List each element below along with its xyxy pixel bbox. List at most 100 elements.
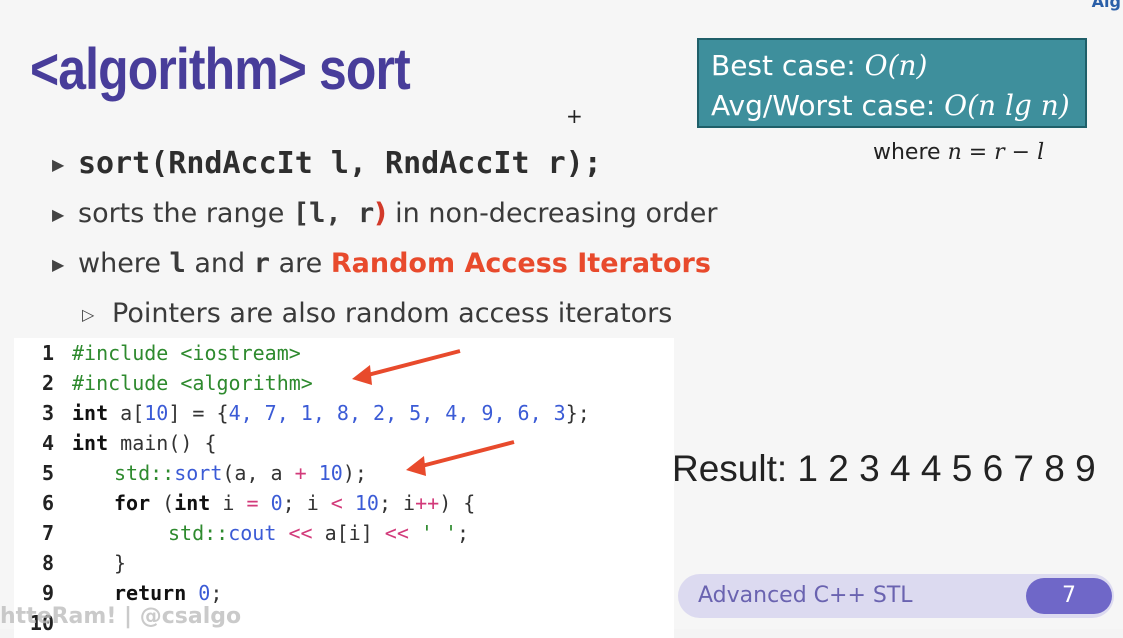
code-line-3: 3 int a[10] = {4, 7, 1, 8, 2, 5, 4, 9, 6,…	[14, 398, 590, 428]
char-literal: ' '	[420, 521, 458, 545]
code-line-7: 7 std::cout << a[i] << ' ';	[14, 518, 469, 548]
code-text: main() {	[108, 431, 217, 455]
operator: =	[246, 491, 259, 515]
sub-bullet-pointers: ▷ Pointers are also random access iterato…	[82, 298, 672, 329]
namespace: std::	[114, 461, 175, 485]
array-values: 4, 7, 1, 8, 2, 5, 4, 9, 6, 3	[228, 401, 566, 425]
number-literal: 10	[354, 491, 379, 515]
keyword: int	[72, 401, 109, 425]
bullet-triangle-icon: ▶	[52, 155, 65, 174]
iter-r: r	[253, 248, 271, 279]
slide-title: <algorithm> sort	[30, 37, 411, 102]
arrow-to-sort-icon	[406, 440, 515, 476]
code-block: 1 #include <iostream> 2 #include <algorith…	[14, 338, 674, 638]
page-number-badge: 7	[1026, 578, 1112, 614]
keyword: int	[174, 491, 211, 515]
code-text: ;	[210, 581, 223, 605]
code-text: (a, a	[222, 461, 295, 485]
random-access-highlight: Random Access Iterators	[330, 248, 711, 279]
code-text: );	[342, 461, 367, 485]
iter-text-pre: where	[78, 248, 170, 279]
where-formula: n = r − l	[947, 140, 1045, 165]
bullet-triangle-icon: ▶	[52, 255, 65, 274]
operator: <	[330, 491, 343, 515]
result-output: Result: 1 2 3 4 4 5 6 7 8 9	[672, 448, 1096, 489]
keyword: return	[114, 581, 187, 605]
avg-case-label: Avg/Worst case:	[711, 89, 945, 122]
sub-bullet-triangle-icon: ▷	[82, 305, 95, 324]
cout-stream: cout	[228, 521, 277, 545]
best-case-line: Best case: O(n)	[711, 46, 1073, 86]
range-text-pre: sorts the range	[78, 198, 293, 229]
range-close-paren: )	[374, 198, 387, 229]
line-number: 4	[41, 431, 54, 455]
line-number: 3	[41, 401, 54, 425]
arrow-to-include-icon	[352, 349, 461, 385]
keyword: for	[114, 491, 151, 515]
signature-code: sort(RndAccIt l, RndAccIt r);	[78, 146, 602, 181]
function-sort: sort	[174, 461, 223, 485]
operator: +	[294, 461, 307, 485]
complexity-box: Best case: O(n) Avg/Worst case: O(n lg n…	[697, 38, 1087, 128]
line-number: 6	[41, 491, 54, 515]
bullet-triangle-icon: ▶	[52, 205, 65, 224]
number-literal: 0	[198, 581, 211, 605]
include-iostream: #include <iostream>	[72, 341, 301, 365]
bullet-signature: ▶ sort(RndAccIt l, RndAccIt r);	[52, 146, 602, 181]
number-literal: 10	[318, 461, 343, 485]
code-text: }	[114, 551, 127, 575]
bullet-iterators: ▶ where l and r are Random Access Iterato…	[52, 248, 711, 279]
crosshair-cursor-icon: +	[566, 104, 583, 128]
where-prefix: where	[873, 140, 948, 165]
where-note: where n = r − l	[873, 140, 1044, 165]
code-line-6: 6 for (int i = 0; i < 10; i++) {	[14, 488, 475, 518]
operator: <<	[288, 521, 313, 545]
iter-and: and	[185, 248, 254, 279]
code-text: a[i]	[312, 521, 385, 545]
iter-are: are	[270, 248, 331, 279]
watermark: htteRam! | @csalgo	[0, 604, 242, 629]
code-text: (	[150, 491, 175, 515]
line-number: 5	[41, 461, 54, 485]
range-open-bracket: [	[292, 198, 310, 229]
code-line-2: 2 #include <algorithm>	[14, 368, 313, 398]
slide: Alg <algorithm> sort Best case: O(n) Avg…	[0, 0, 1123, 638]
line-number: 8	[41, 551, 54, 575]
code-text: ) {	[439, 491, 476, 515]
code-text: ; i	[378, 491, 416, 515]
line-number: 1	[41, 341, 54, 365]
range-text-post: in non-decreasing order	[386, 198, 718, 229]
code-line-8: 8}	[14, 548, 126, 578]
include-algorithm: #include <algorithm>	[72, 371, 313, 395]
pointers-text: Pointers are also random access iterator…	[112, 298, 673, 329]
number-literal: 0	[270, 491, 283, 515]
namespace: std::	[168, 521, 229, 545]
code-line-5: 5 std::sort(a, a + 10);	[14, 458, 367, 488]
line-number: 7	[41, 521, 54, 545]
code-line-1: 1 #include <iostream>	[14, 338, 301, 368]
line-number: 2	[41, 371, 54, 395]
bullet-range: ▶ sorts the range [l, r) in non-decreasin…	[52, 198, 717, 229]
keyword: int	[72, 431, 109, 455]
code-text: a[	[108, 401, 145, 425]
operator: ++	[415, 491, 440, 515]
footer-label: Advanced C++ STL	[698, 583, 913, 608]
code-text: ] = {	[168, 401, 229, 425]
number-literal: 10	[144, 401, 169, 425]
code-line-4: 4 int main() {	[14, 428, 217, 458]
code-text: ; i	[282, 491, 331, 515]
best-case-value: O(n)	[864, 49, 928, 82]
corner-text: Alg	[1091, 0, 1121, 11]
operator: <<	[384, 521, 409, 545]
avg-case-line: Avg/Worst case: O(n lg n)	[711, 86, 1073, 126]
iter-l: l	[169, 248, 186, 279]
range-code: l, r	[309, 198, 375, 229]
code-text: ;	[457, 521, 470, 545]
avg-case-value: O(n lg n)	[944, 89, 1070, 122]
